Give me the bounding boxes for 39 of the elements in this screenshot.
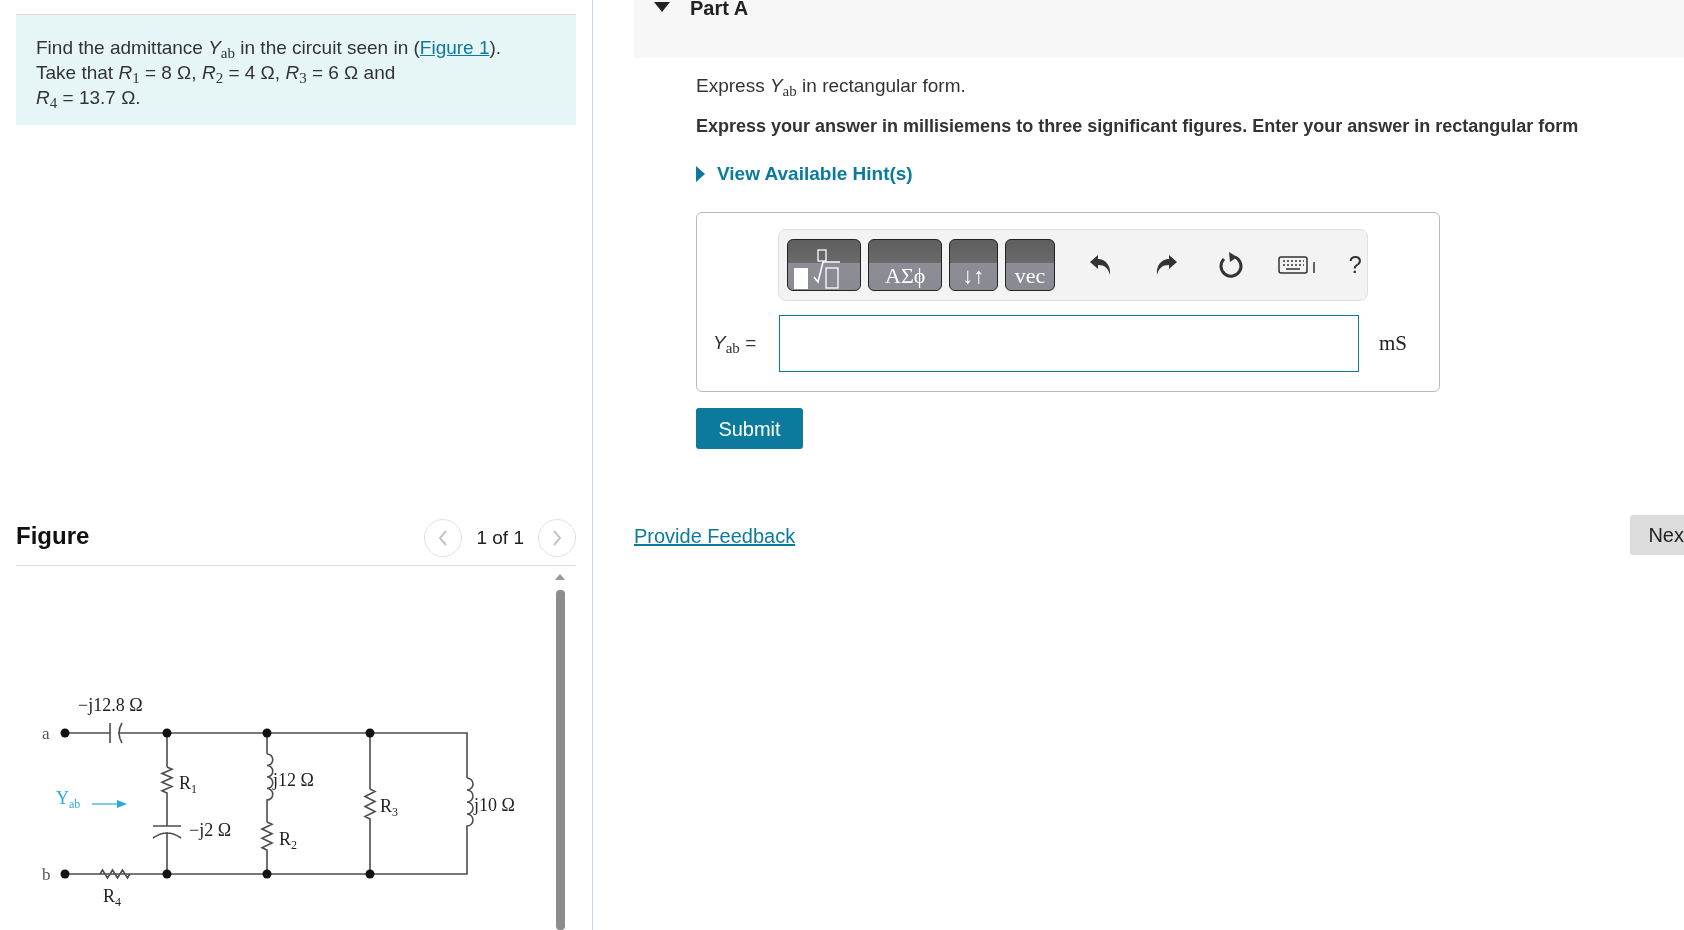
submit-button[interactable]: Submit <box>696 408 803 449</box>
part-title: Part A <box>690 0 749 20</box>
page-counter: 1 of 1 <box>476 526 524 551</box>
hints-toggle[interactable]: View Available Hint(s) <box>696 162 913 186</box>
scrollbar-thumb[interactable] <box>555 590 565 930</box>
component-label: R$_{3}$ <box>380 796 398 819</box>
component-label: j12 Ω <box>273 770 314 790</box>
terminal-label: b <box>42 865 51 884</box>
answer-label: Y$_{ab}$ = <box>713 331 758 358</box>
feedback-link[interactable]: Provide Feedback <box>634 521 796 551</box>
reset-icon <box>1217 251 1244 279</box>
symbol-button[interactable]: ↓↑ <box>948 239 998 291</box>
caret-down-icon[interactable] <box>654 2 670 12</box>
figure-link[interactable]: Figure 1 <box>419 37 490 58</box>
keyboard-icon <box>1278 256 1317 274</box>
component-label: R$_{4}$ <box>103 886 121 909</box>
prompt-text: Express Y$_{ab}$ in rectangular form. <box>696 74 966 98</box>
scroll-up-icon[interactable] <box>555 574 565 580</box>
component-label: R$_{1}$ <box>179 773 197 796</box>
caret-right-icon <box>696 166 705 182</box>
next-button[interactable]: Nex <box>1630 515 1684 555</box>
figure-heading: Figure <box>16 521 90 552</box>
component-label: −j12.8 Ω <box>78 695 143 715</box>
component-label: −j2 Ω <box>189 820 232 840</box>
symbol-button[interactable]: vec <box>1004 239 1056 291</box>
unit-label: mS <box>1379 329 1407 357</box>
chevron-left-icon <box>438 530 449 547</box>
instruction-text: Express your answer in millisiemens to three significant figures. Enter your answer in rectangular form <box>696 115 1579 138</box>
answer-input[interactable] <box>779 315 1359 372</box>
component-label: R$_{2}$ <box>279 829 297 852</box>
help-button[interactable]: ? <box>1343 246 1368 284</box>
terminal-label: a <box>42 724 50 743</box>
component-label: j10 Ω <box>474 795 515 815</box>
problem-text: Find the admittance Y$_{ab}$ in the circuit seen in (Figure 1). Take that R$_{1}$ = 8 Ω, R$_{2}$ = 4 Ω, R$_{3}$ = 6 Ω and R$_{4}$ = 13.7 Ω. <box>36 36 502 110</box>
template-button[interactable] <box>787 239 862 291</box>
symbol-button[interactable]: ΑΣϕ <box>868 239 942 291</box>
admittance-label: Y$_{ab}$ <box>56 788 81 811</box>
chevron-right-icon <box>552 530 562 547</box>
direction-arrow <box>91 800 127 808</box>
